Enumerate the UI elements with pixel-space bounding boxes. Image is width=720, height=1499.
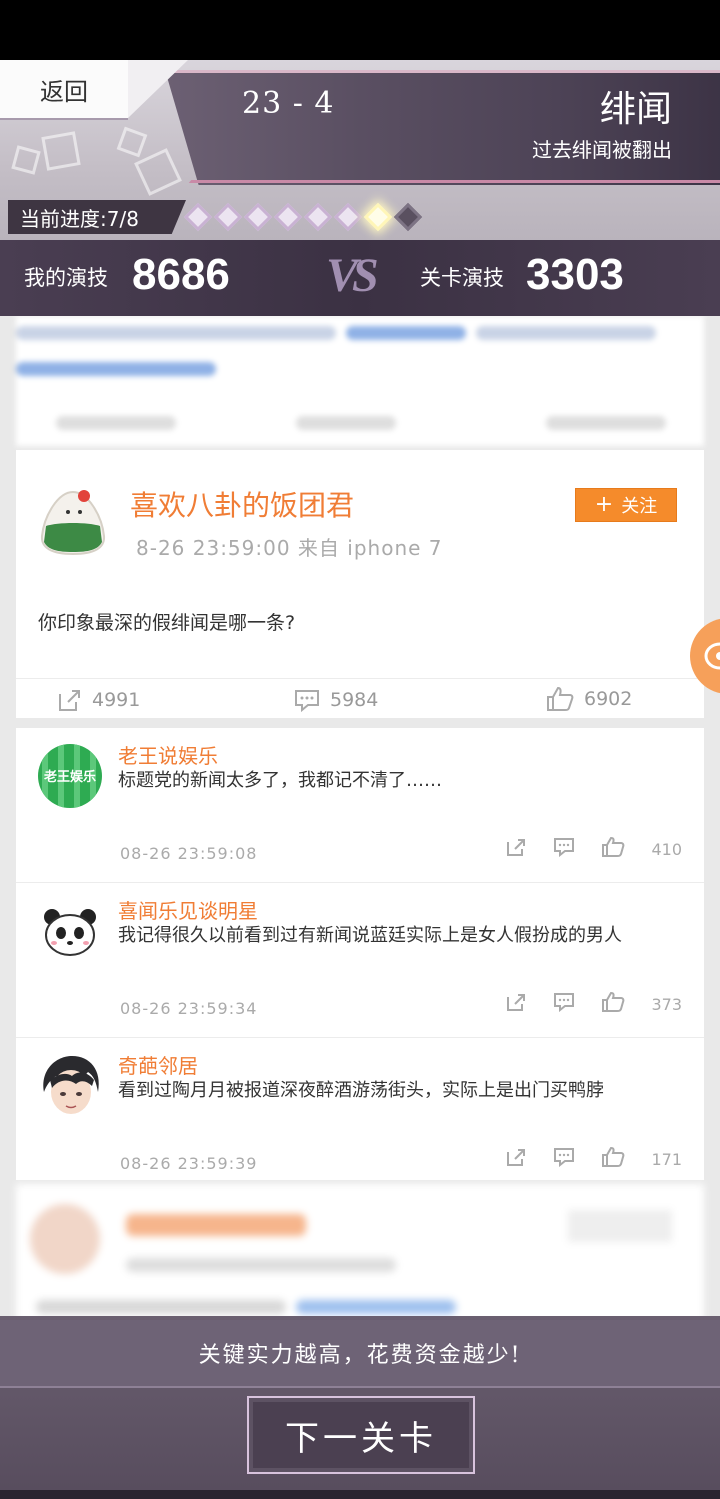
like-button[interactable]: 6902 [546,686,632,712]
thumbs-up-icon[interactable] [601,1146,625,1172]
stage-skill-value: 3303 [526,250,624,299]
decor-square [116,126,148,158]
progress-diamond-filled [303,202,333,232]
hint-text: 关键实力越高，花费资金越少! [198,1343,522,1368]
follow-label: 关注 [621,496,658,517]
share-button[interactable]: 4991 [56,688,140,712]
progress-diamond-filled [273,202,303,232]
comment-text: 我记得很久以前看到过有新闻说蓝廷实际上是女人假扮成的男人 [118,925,622,946]
event-subtitle: 过去绯闻被翻出 [532,138,672,162]
comment-author[interactable]: 奇葩邻居 [118,1050,198,1079]
blurred-previous-post [16,316,704,446]
rice-ball-avatar-icon [38,486,108,558]
comment-button[interactable]: 5984 [294,688,378,712]
comment-time: 08-26 23:59:34 [120,999,258,1018]
post-username[interactable]: 喜欢八卦的饭团君 [130,484,354,524]
comment-item: 喜闻乐见谈明星 我记得很久以前看到过有新闻说蓝廷实际上是女人假扮成的男人 08-… [16,883,704,1037]
comment-actions: 410 [505,836,682,862]
comment-actions: 373 [505,991,682,1017]
comment-icon [294,688,320,712]
follow-button[interactable]: + 关注 [575,488,677,522]
vs-icon: VS [326,249,379,302]
post-meta: 8-26 23:59:00 来自 iphone 7 [136,536,443,560]
avatar-text: 老王娱乐 [43,770,96,785]
comment-text: 标题党的新闻太多了，我都记不清了…… [118,770,442,791]
next-level-label: 下一关卡 [285,1418,437,1459]
progress-diamond-filled [213,202,243,232]
post-content: 你印象最深的假绯闻是哪一条? [38,612,296,634]
comment-icon[interactable] [553,837,575,861]
comment-icon[interactable] [553,992,575,1016]
decor-square [134,148,182,196]
comment-count: 5984 [330,689,379,711]
post-card: 喜欢八卦的饭团君 8-26 23:59:00 来自 iphone 7 + 关注 … [16,450,704,718]
share-icon[interactable] [505,992,527,1016]
progress-diamond-filled [243,202,273,232]
my-skill-value: 8686 [132,250,230,299]
level-number: 23 - 4 [242,86,335,121]
next-level-button[interactable]: 下一关卡 [247,1396,475,1474]
back-button-tail [128,60,188,118]
status-bar [0,0,720,60]
share-icon [56,688,82,712]
share-icon[interactable] [505,837,527,861]
back-button[interactable]: 返回 [0,60,128,120]
comment-time: 08-26 23:59:08 [120,844,258,863]
comment-like-count: 410 [651,839,682,859]
comment-like-count: 373 [651,994,682,1014]
decor-square [41,131,81,171]
comment-time: 08-26 23:59:39 [120,1154,258,1173]
share-count: 4991 [92,689,141,711]
progress-diamond-empty [393,202,423,232]
event-title: 绯闻 [599,89,672,130]
hint-bar: 关键实力越高，花费资金越少! [0,1320,720,1388]
character-avatar-icon [36,1052,104,1120]
comment-item: 老王娱乐 老王说娱乐 标题党的新闻太多了，我都记不清了…… 08-26 23:5… [16,728,704,882]
progress-diamonds [183,200,423,234]
comment-author[interactable]: 老王说娱乐 [118,740,218,769]
laowang-avatar-icon: 老王娱乐 [36,742,104,810]
progress-diamond-filled [333,202,363,232]
comment-text: 看到过陶月月被报道深夜醉酒游荡街头，实际上是出门买鸭脖 [118,1080,604,1101]
comment-actions: 171 [505,1146,682,1172]
back-label: 返回 [40,77,88,106]
thumbs-up-icon[interactable] [601,836,625,862]
comment-icon[interactable] [553,1147,575,1171]
blurred-next-post [16,1184,704,1316]
share-icon[interactable] [505,1147,527,1171]
plus-icon: + [594,492,614,517]
social-feed[interactable]: 喜欢八卦的饭团君 8-26 23:59:00 来自 iphone 7 + 关注 … [0,316,720,1316]
panda-avatar-icon [36,897,104,965]
my-skill-label: 我的演技 [24,266,108,290]
comment-item: 奇葩邻居 看到过陶月月被报道深夜醉酒游荡街头，实际上是出门买鸭脖 08-26 2… [16,1038,704,1192]
progress-label: 当前进度:7/8 [20,206,139,231]
progress-diamond-current [363,202,393,232]
post-divider [16,678,704,679]
thumbs-up-icon [546,686,574,712]
bottom-edge [0,1490,720,1499]
progress-label-box: 当前进度:7/8 [8,200,186,234]
like-count: 6902 [584,688,633,710]
progress-diamond-filled [183,202,213,232]
thumbs-up-icon[interactable] [601,991,625,1017]
decor-square [11,145,41,175]
banner-line [188,180,720,183]
stage-skill-label: 关卡演技 [420,266,504,290]
comments-list: 老王娱乐 老王说娱乐 标题党的新闻太多了，我都记不清了…… 08-26 23:5… [16,728,704,1180]
comment-author[interactable]: 喜闻乐见谈明星 [118,895,258,924]
comment-like-count: 171 [651,1149,682,1169]
